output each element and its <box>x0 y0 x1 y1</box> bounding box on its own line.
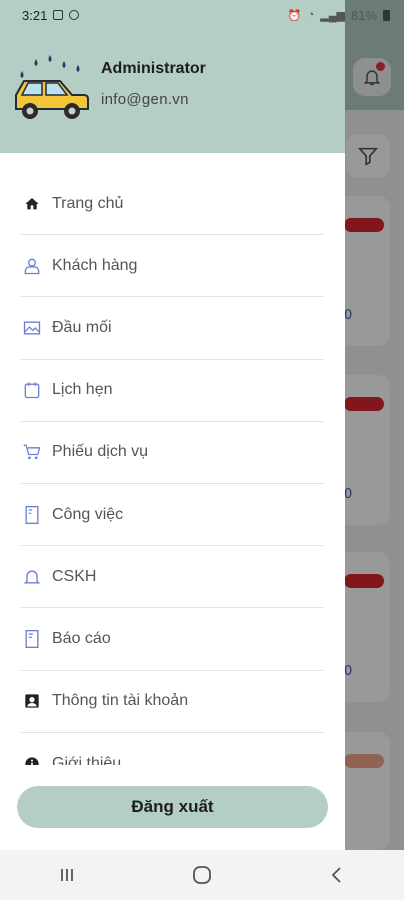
menu-item-label: Trang chủ <box>52 194 124 212</box>
bell-icon <box>21 566 43 588</box>
menu-item-reports[interactable]: Báo cáo <box>21 608 324 671</box>
drawer-menu: Trang chủ Khách hàng Đầu mối Lịch hẹn Ph… <box>0 173 345 765</box>
battery-icon <box>383 9 390 21</box>
menu-item-label: Thông tin tài khoản <box>52 692 189 710</box>
cart-icon <box>21 441 43 463</box>
gallery-notification-icon <box>53 10 64 20</box>
navigation-drawer: Administrator info@gen.vn Trang chủ Khác… <box>0 0 345 850</box>
menu-item-service-tickets[interactable]: Phiếu dịch vụ <box>21 422 324 484</box>
user-icon <box>21 255 43 277</box>
menu-item-label: Lịch hẹn <box>52 381 113 399</box>
wifi-icon: ◔ <box>307 9 315 21</box>
menu-item-label: Đầu mối <box>52 318 112 336</box>
battery-percent: 81% <box>350 7 377 23</box>
menu-item-home[interactable]: Trang chủ <box>21 173 324 236</box>
menu-item-label: CSKH <box>52 567 97 585</box>
home-nav-button[interactable] <box>182 855 222 895</box>
account-icon <box>21 690 43 712</box>
alarm-icon: ⏰ <box>287 9 302 22</box>
menu-item-label: Phiếu dịch vụ <box>52 443 149 461</box>
car-wash-logo-icon <box>15 55 89 119</box>
menu-item-leads[interactable]: Đầu mối <box>21 297 324 360</box>
menu-item-about[interactable]: Giới thiệu <box>21 733 324 765</box>
image-icon <box>21 317 43 339</box>
menu-item-label: Báo cáo <box>52 629 111 647</box>
back-icon <box>331 867 341 883</box>
home-circle-icon <box>193 866 211 884</box>
document-icon <box>21 504 43 526</box>
menu-item-customer-care[interactable]: CSKH <box>21 546 324 609</box>
status-time: 3:21 <box>22 7 48 23</box>
signal-icon: ▂▄▆ <box>320 9 345 22</box>
menu-item-label: Giới thiệu <box>52 754 122 765</box>
menu-item-label: Công việc <box>52 505 124 523</box>
logout-button[interactable]: Đăng xuất <box>17 786 328 828</box>
sync-notification-icon <box>69 10 80 20</box>
menu-item-appointments[interactable]: Lịch hẹn <box>21 360 324 422</box>
status-bar: 3:21 ⏰ ◔ ▂▄▆ 81% <box>0 0 404 30</box>
report-icon <box>21 628 43 650</box>
user-name: Administrator <box>101 60 206 77</box>
recent-apps-icon <box>61 869 74 881</box>
menu-item-customers[interactable]: Khách hàng <box>21 235 324 298</box>
calendar-icon <box>21 379 43 401</box>
back-nav-button[interactable] <box>317 855 357 895</box>
menu-item-tasks[interactable]: Công việc <box>21 484 324 547</box>
user-email: info@gen.vn <box>101 91 189 108</box>
info-icon <box>21 753 43 765</box>
recent-apps-button[interactable] <box>47 855 87 895</box>
system-nav-bar <box>0 850 404 900</box>
menu-item-label: Khách hàng <box>52 256 138 274</box>
home-icon <box>21 193 43 215</box>
menu-item-account-info[interactable]: Thông tin tài khoản <box>21 671 324 733</box>
